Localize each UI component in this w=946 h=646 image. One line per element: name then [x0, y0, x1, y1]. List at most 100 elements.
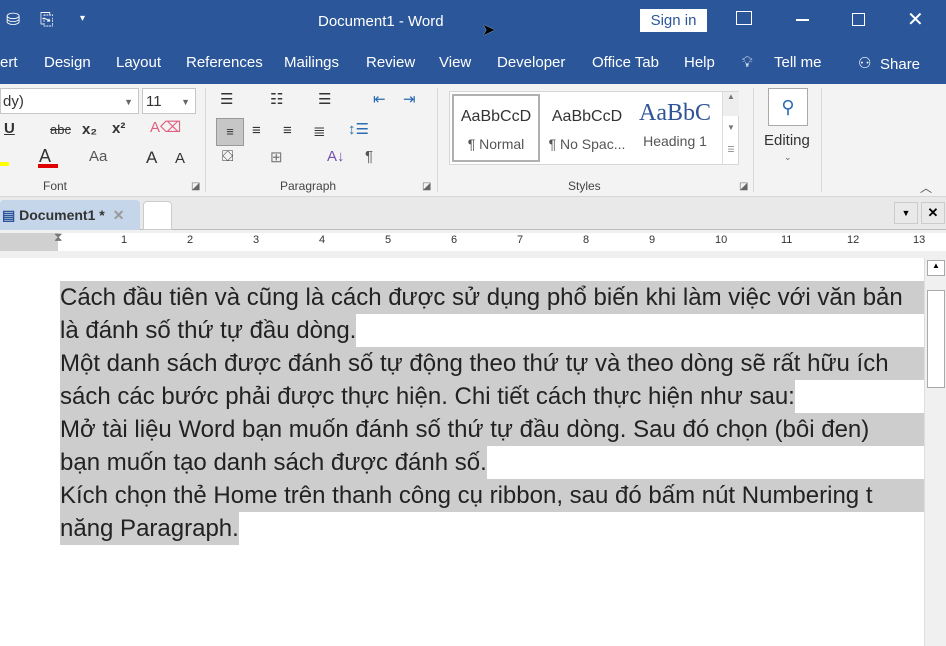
- underline-button[interactable]: U: [4, 120, 15, 137]
- grow-font-button[interactable]: A: [146, 148, 157, 168]
- document-line: sách các bước phải được thực hiện. Chi t…: [60, 380, 924, 438]
- document-line: Kích chọn thẻ Home trên thanh công cụ ri…: [60, 479, 924, 512]
- close-icon[interactable]: ✕: [907, 7, 924, 32]
- highlight-color-button[interactable]: [0, 162, 9, 166]
- justify-icon[interactable]: ≣: [313, 122, 326, 140]
- title-bar: ⛁ ⎘ ▾ Document1 - Word Sign in ✕ ➤: [0, 0, 946, 44]
- horizontal-ruler[interactable]: ⧗ 1 2 3 4 5 6 7 8 9 10 11 12 13: [0, 230, 946, 258]
- style-heading-1[interactable]: AaBbC Heading 1: [634, 96, 716, 149]
- tab-list-dropdown-icon[interactable]: ▼: [894, 202, 918, 224]
- font-name-value: dy): [3, 93, 24, 110]
- shrink-font-button[interactable]: A: [175, 150, 185, 167]
- styles-dialog-launcher-icon[interactable]: ◪: [739, 181, 748, 192]
- ribbon-display-options-icon[interactable]: [736, 11, 752, 25]
- line-spacing-icon[interactable]: ↕☰: [348, 120, 369, 138]
- share-button[interactable]: Share: [880, 56, 920, 73]
- change-case-button[interactable]: Aa: [89, 148, 107, 165]
- ribbon-tabs: ert Design Layout References Mailings Re…: [0, 44, 946, 84]
- ruler-number: 5: [385, 234, 392, 246]
- close-all-tabs-icon[interactable]: ✕: [921, 202, 945, 224]
- document-tab-bar: ▤ Document1 * ✕ ▼ ✕: [0, 197, 946, 230]
- ruler-number: 8: [583, 234, 590, 246]
- paragraph-group-label: Paragraph: [280, 179, 337, 193]
- ruler-number: 13: [913, 234, 926, 246]
- ruler-number: 7: [517, 234, 524, 246]
- font-dialog-launcher-icon[interactable]: ◪: [191, 181, 200, 192]
- sort-icon[interactable]: A↓: [327, 148, 345, 165]
- ruler-number: 6: [451, 234, 458, 246]
- sign-in-button[interactable]: Sign in: [640, 9, 707, 32]
- styles-group-label: Styles: [568, 179, 601, 193]
- collapse-ribbon-icon[interactable]: ︿: [920, 179, 932, 196]
- styles-gallery: AaBbCcD ¶ Normal AaBbCcD ¶ No Spac... AaBb…: [449, 91, 739, 165]
- lightbulb-icon[interactable]: 💡︎: [742, 54, 753, 71]
- strikethrough-button[interactable]: abc: [50, 122, 71, 137]
- line-text: Kích chọn thẻ Home trên thanh công cụ ri…: [60, 482, 873, 509]
- indent-marker[interactable]: ⧗: [54, 230, 62, 245]
- close-tab-icon[interactable]: ✕: [113, 207, 125, 223]
- ruler-number: 1: [121, 234, 128, 246]
- numbering-icon[interactable]: ☷: [270, 90, 283, 108]
- tab-view[interactable]: View: [439, 54, 471, 71]
- tab-help[interactable]: Help: [684, 54, 715, 71]
- borders-icon[interactable]: ⊞: [270, 148, 283, 166]
- document-tab-label: Document1 *: [19, 207, 105, 223]
- document-tab[interactable]: ▤ Document1 * ✕: [0, 200, 140, 230]
- multilevel-list-icon[interactable]: ☰: [318, 90, 331, 108]
- align-right-icon[interactable]: ≡: [283, 122, 292, 139]
- document-line: là đánh số thứ tự đầu dòng.: [60, 314, 924, 372]
- tab-developer[interactable]: Developer: [497, 54, 565, 71]
- chevron-down-icon[interactable]: ⌄: [784, 152, 792, 163]
- tab-review[interactable]: Review: [366, 54, 415, 71]
- ruler-number: 10: [715, 234, 728, 246]
- tab-office-tab[interactable]: Office Tab: [592, 54, 659, 71]
- increase-indent-icon[interactable]: ⇥: [403, 90, 416, 108]
- new-tab-button[interactable]: [143, 201, 172, 230]
- touch-mode-icon[interactable]: ⎘: [40, 10, 54, 30]
- line-text: Mở tài liệu Word bạn muốn đánh số thứ tự…: [60, 416, 870, 443]
- line-text: Một danh sách được đánh số tự động theo …: [60, 350, 889, 377]
- vertical-scrollbar[interactable]: ▲: [924, 258, 946, 646]
- share-icon[interactable]: ⚇: [858, 54, 871, 72]
- align-center-icon[interactable]: ≡: [252, 122, 261, 139]
- tab-mailings[interactable]: Mailings: [284, 54, 339, 71]
- font-size-value: 11: [146, 93, 162, 110]
- align-left-button[interactable]: ≡: [216, 118, 244, 146]
- autosave-icon[interactable]: ⛁: [6, 10, 20, 30]
- font-name-combo[interactable]: dy) ▼: [0, 88, 139, 114]
- tab-references[interactable]: References: [186, 54, 263, 71]
- chevron-down-icon[interactable]: ▼: [181, 97, 190, 107]
- chevron-down-icon[interactable]: ▼: [124, 97, 133, 107]
- scrollbar-thumb[interactable]: [927, 290, 945, 388]
- paragraph-dialog-launcher-icon[interactable]: ◪: [422, 181, 431, 192]
- style-normal[interactable]: AaBbCcD ¶ Normal: [452, 94, 540, 162]
- scroll-up-icon[interactable]: ▲: [927, 260, 945, 276]
- tell-me-search[interactable]: Tell me: [774, 54, 822, 71]
- line-text: Cách đầu tiên và cũng là cách được sử dụ…: [60, 284, 903, 311]
- minimize-icon[interactable]: [796, 19, 809, 21]
- ruler-number: 9: [649, 234, 656, 246]
- document-line: bạn muốn tạo danh sách được đánh số.: [60, 446, 924, 504]
- font-size-combo[interactable]: 11 ▼: [142, 88, 196, 114]
- editing-button[interactable]: Editing: [764, 132, 810, 149]
- styles-scroll[interactable]: ▲ ▼ ☰: [722, 92, 739, 164]
- show-formatting-button[interactable]: ¶: [365, 148, 373, 165]
- find-icon[interactable]: ⚲: [768, 88, 808, 126]
- bullets-icon[interactable]: ☰: [220, 90, 233, 108]
- document-line: Cách đầu tiên và cũng là cách được sử dụ…: [60, 281, 924, 314]
- tab-design[interactable]: Design: [44, 54, 91, 71]
- tab-layout[interactable]: Layout: [116, 54, 161, 71]
- clear-formatting-icon[interactable]: A⌫: [150, 118, 181, 136]
- subscript-button[interactable]: x₂: [82, 121, 97, 138]
- decrease-indent-icon[interactable]: ⇤: [373, 90, 386, 108]
- font-color-swatch: [38, 164, 58, 168]
- document-line: Mở tài liệu Word bạn muốn đánh số thứ tự…: [60, 413, 924, 446]
- document-body[interactable]: Cách đầu tiên và cũng là cách được sử dụ…: [60, 281, 924, 545]
- customize-quick-access-icon[interactable]: ▾: [80, 13, 85, 24]
- style-no-spacing[interactable]: AaBbCcD ¶ No Spac...: [544, 96, 630, 152]
- tab-insert[interactable]: ert: [0, 54, 18, 71]
- superscript-button[interactable]: x²: [112, 120, 125, 137]
- document-line: năng Paragraph.: [60, 512, 924, 545]
- shading-icon[interactable]: ⛋: [222, 148, 233, 165]
- maximize-icon[interactable]: [852, 13, 865, 26]
